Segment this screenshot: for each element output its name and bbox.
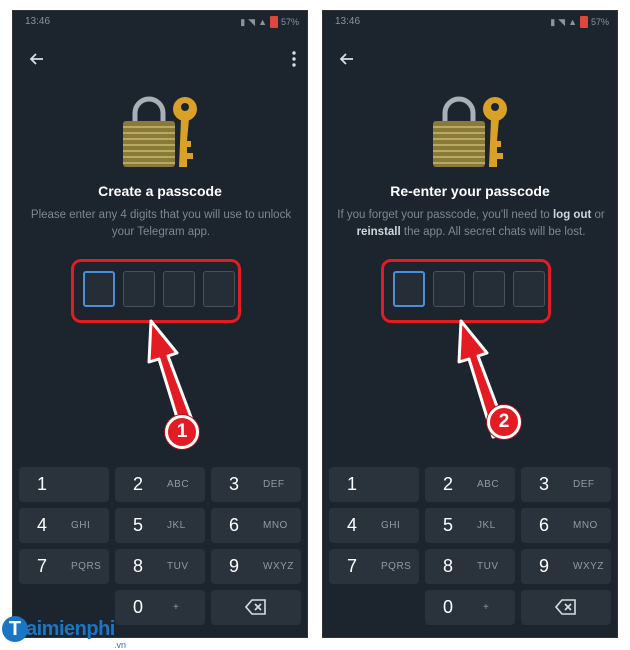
log-out-text: log out [552, 209, 592, 221]
description: If you forget your passcode, you'll need… [337, 207, 605, 241]
backspace-key[interactable] [211, 590, 301, 625]
key-2[interactable]: 2 ABC [115, 467, 205, 502]
back-arrow-icon[interactable] [27, 49, 47, 69]
key-3[interactable]: 3 DEF [211, 467, 301, 502]
description-text: If you forget your passcode, you'll need… [337, 209, 553, 221]
battery-icon [269, 16, 278, 28]
key-blank [329, 590, 419, 625]
key-7[interactable]: 7 PQRS [19, 549, 109, 584]
passcode-boxes [83, 271, 235, 307]
passcode-digit-1[interactable] [393, 271, 425, 307]
key-5[interactable]: 5 JKL [425, 508, 515, 543]
key-8[interactable]: 8 TUV [115, 549, 205, 584]
key-3[interactable]: 3 DEF [521, 467, 611, 502]
passcode-digit-2[interactable] [433, 271, 465, 307]
backspace-icon [555, 599, 576, 615]
status-icons: ▮ ◥ ▲ 57% [550, 16, 609, 28]
wifi-icon: ◥ [558, 16, 566, 27]
logo-text: aimienphi [26, 618, 115, 640]
phone-screen-create: 13:46 ▮ ◥ ▲ 57% Create a passcode Please… [12, 10, 308, 638]
signal-icon: ▲ [568, 17, 577, 27]
key-6[interactable]: 6 MNO [211, 508, 301, 543]
battery-percent: 57% [280, 17, 299, 27]
backspace-icon [245, 599, 266, 615]
backspace-key[interactable] [521, 590, 611, 625]
key-4[interactable]: 4 GHI [19, 508, 109, 543]
wifi-icon: ◥ [248, 16, 256, 27]
phone-screen-reenter: 13:46 ▮ ◥ ▲ 57% Re-enter your passcode I… [322, 10, 618, 638]
status-bar: 13:46 ▮ ◥ ▲ 57% [323, 11, 617, 33]
page-title: Re-enter your passcode [390, 183, 550, 199]
key-9[interactable]: 9 WXYZ [521, 549, 611, 584]
passcode-digit-2[interactable] [123, 271, 155, 307]
status-time: 13:46 [335, 16, 361, 27]
step-badge: 1 [165, 415, 199, 449]
numeric-keypad: 1 2 ABC 3 DEF 4 GHI 5 JKL 6 MNO 7 PQRS 8 TUV 9W… [329, 467, 611, 631]
status-bar: 13:46 ▮ ◥ ▲ 57% [13, 11, 307, 33]
battery-percent: 57% [590, 17, 609, 27]
key-9[interactable]: 9 WXYZ [211, 549, 301, 584]
battery-icon [579, 16, 588, 28]
passcode-digit-1[interactable] [83, 271, 115, 307]
step-badge: 2 [487, 405, 521, 439]
status-time: 13:46 [25, 16, 51, 27]
passcode-digit-4[interactable] [203, 271, 235, 307]
passcode-digit-3[interactable] [163, 271, 195, 307]
logo-initial: T [2, 616, 28, 642]
key-1[interactable]: 1 [19, 467, 109, 502]
watermark-logo: T aimienphi .vn [0, 614, 150, 650]
passcode-boxes [393, 271, 545, 307]
key-8[interactable]: 8 TUV [425, 549, 515, 584]
more-menu-icon[interactable] [287, 49, 301, 69]
description-text: or [591, 209, 605, 221]
key-0[interactable]: 0 + [425, 590, 515, 625]
key-2[interactable]: 2 ABC [425, 467, 515, 502]
status-icons: ▮ ◥ ▲ 57% [240, 16, 299, 28]
lock-and-key-icon [433, 96, 507, 167]
page-title: Create a passcode [98, 183, 222, 199]
mute-icon: ▮ [550, 16, 556, 27]
description: Please enter any 4 digits that you will … [27, 207, 295, 241]
description-text: the app. All secret chats will be lost. [400, 226, 586, 238]
reinstall-text: reinstall [356, 226, 401, 238]
key-4[interactable]: 4 GHI [329, 508, 419, 543]
key-7[interactable]: 7 PQRS [329, 549, 419, 584]
description-text: Please enter any 4 digits that you will … [30, 209, 292, 238]
numeric-keypad: 1 2 ABC 3 DEF 4 GHI 5 JKL 6 MNO 7 PQRS 8 TUV 9W… [19, 467, 301, 631]
key-5[interactable]: 5 JKL [115, 508, 205, 543]
mute-icon: ▮ [240, 16, 246, 27]
key-6[interactable]: 6 MNO [521, 508, 611, 543]
back-arrow-icon[interactable] [337, 49, 357, 69]
key-1[interactable]: 1 [329, 467, 419, 502]
signal-icon: ▲ [258, 17, 267, 27]
logo-tld: .vn [114, 640, 127, 650]
passcode-digit-3[interactable] [473, 271, 505, 307]
lock-and-key-icon [123, 96, 197, 167]
passcode-digit-4[interactable] [513, 271, 545, 307]
